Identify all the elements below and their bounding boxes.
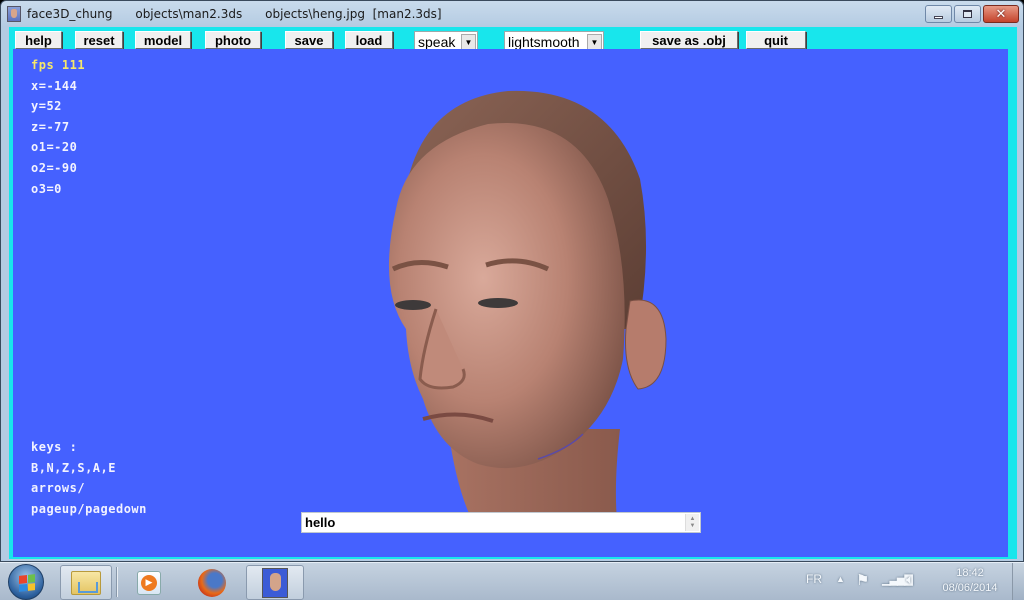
taskbar-firefox[interactable]	[186, 565, 238, 600]
taskbar-explorer[interactable]	[60, 565, 112, 600]
speak-select-value: speak	[418, 34, 456, 50]
orientation-3: o3=0	[31, 181, 62, 196]
system-clock[interactable]: 18:42 08/06/2014	[930, 566, 1010, 596]
show-desktop-button[interactable]	[1012, 563, 1024, 600]
keys-arrows: arrows/	[31, 481, 86, 496]
app-face-icon	[7, 6, 21, 22]
maximize-button[interactable]	[954, 5, 981, 23]
media-player-icon: ▶	[137, 570, 161, 595]
volume-icon[interactable]: 🔈︎	[906, 571, 914, 588]
model-button[interactable]: model	[135, 31, 191, 49]
scroll-down-icon[interactable]: ▼	[690, 523, 696, 530]
start-button[interactable]	[8, 564, 44, 600]
right-eye	[478, 298, 518, 308]
close-icon: ✕	[995, 6, 1007, 22]
save-as-obj-button[interactable]: save as .obj	[640, 31, 738, 49]
toolbar: help reset model photo save load speak ▼…	[9, 27, 1017, 53]
save-button[interactable]: save	[285, 31, 333, 49]
clock-date: 08/06/2014	[942, 582, 998, 594]
taskbar: ▶ FR ▲ ⚑ ▁▃▅▇ 🔈︎ 18:42 08/06/2014	[0, 562, 1024, 600]
load-button[interactable]: load	[345, 31, 393, 49]
orientation-1: o1=-20	[31, 140, 78, 155]
fps-counter: fps 111	[31, 58, 86, 72]
reset-button[interactable]: reset	[75, 31, 123, 49]
minimize-icon	[934, 15, 943, 19]
keys-list: B,N,Z,S,A,E	[31, 460, 116, 475]
photo-button[interactable]: photo	[205, 31, 261, 49]
close-button[interactable]: ✕	[983, 5, 1019, 23]
keys-paging: pageup/pagedown	[31, 501, 147, 516]
x-coordinate: x=-144	[31, 78, 78, 93]
orientation-2: o2=-90	[31, 160, 78, 175]
left-eye	[395, 300, 431, 310]
show-hidden-icons[interactable]: ▲	[836, 574, 845, 584]
action-center-flag-icon[interactable]: ⚑	[856, 571, 869, 589]
lighting-select-value: lightsmooth	[508, 34, 580, 50]
help-button[interactable]: help	[15, 31, 62, 49]
speech-input-value: hello	[305, 515, 336, 530]
taskbar-face3d[interactable]	[246, 565, 304, 600]
clock-time: 18:42	[956, 567, 984, 579]
client-area: help reset model photo save load speak ▼…	[9, 27, 1017, 559]
ear-shape	[625, 299, 667, 390]
quit-button[interactable]: quit	[746, 31, 806, 49]
3d-viewport[interactable]: fps 111 x=-144 y=52 z=-77 o1=-20 o2=-90 …	[13, 49, 1008, 557]
z-coordinate: z=-77	[31, 119, 70, 134]
taskbar-separator	[116, 567, 118, 597]
folder-icon	[71, 570, 101, 595]
head-render	[388, 90, 667, 531]
speech-text-input[interactable]: hello ▲ ▼	[301, 512, 701, 533]
hud-readout: fps 111 x=-144 y=52 z=-77 o1=-20 o2=-90 …	[31, 55, 85, 199]
taskbar-media-player[interactable]: ▶	[124, 565, 174, 600]
face-shape	[388, 122, 625, 469]
keys-title: keys :	[31, 440, 78, 454]
language-indicator[interactable]: FR	[806, 572, 822, 586]
input-scrollbar[interactable]: ▲ ▼	[685, 514, 699, 531]
title-bar[interactable]: face3D_chung objects\man2.3ds objects\he…	[1, 1, 1023, 27]
window-title: face3D_chung objects\man2.3ds objects\he…	[27, 7, 442, 21]
keys-help: keys : B,N,Z,S,A,E arrows/ pageup/pagedo…	[31, 437, 147, 519]
app-window: face3D_chung objects\man2.3ds objects\he…	[0, 0, 1024, 562]
scroll-up-icon[interactable]: ▲	[690, 516, 696, 523]
windows-logo-icon	[19, 574, 35, 592]
y-coordinate: y=52	[31, 99, 62, 114]
minimize-button[interactable]	[925, 5, 952, 23]
head-model[interactable]	[368, 69, 668, 531]
maximize-icon	[963, 10, 972, 18]
face3d-app-icon	[262, 567, 288, 598]
firefox-icon	[198, 568, 226, 597]
